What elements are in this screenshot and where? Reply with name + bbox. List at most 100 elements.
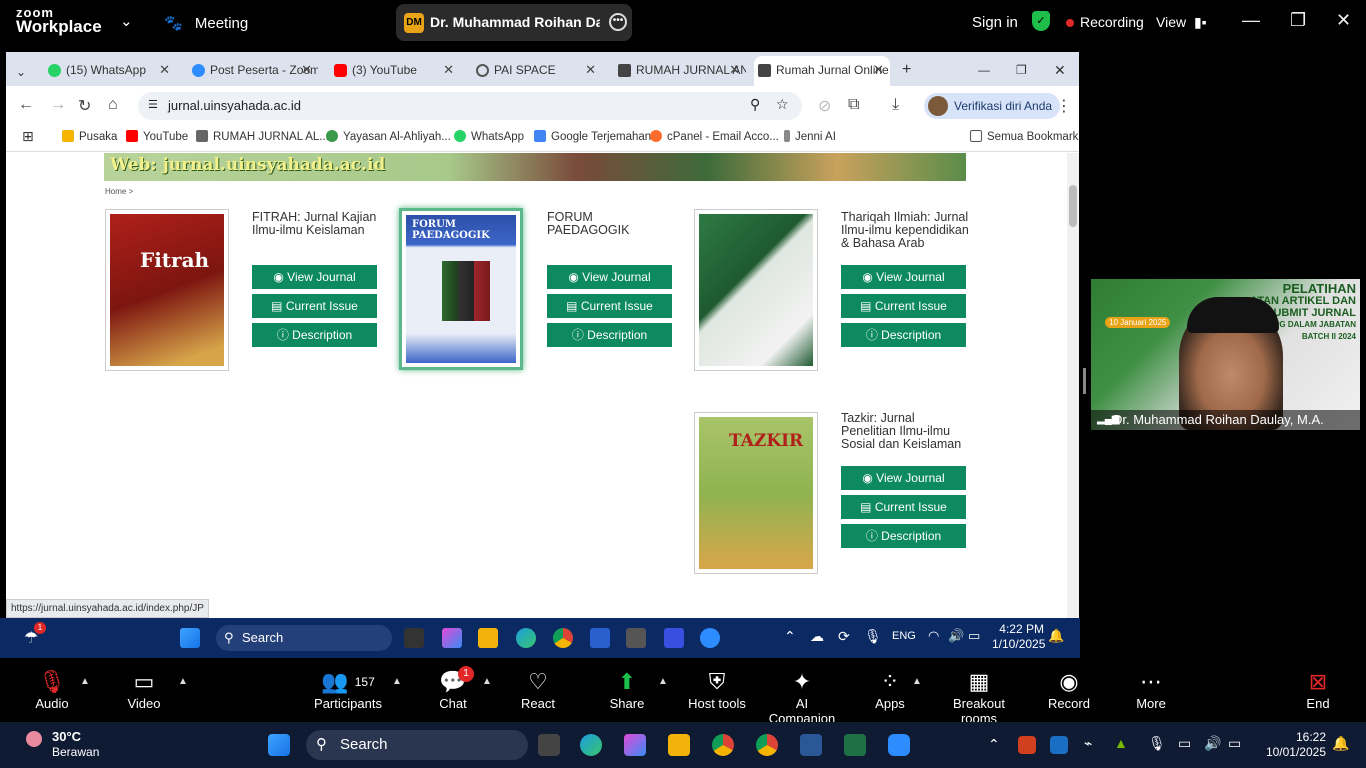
close-icon[interactable]: ✕ — [873, 56, 884, 84]
copilot-icon[interactable] — [442, 628, 462, 648]
meeting-info-pill[interactable]: DM Dr. Muhammad Roihan Daulay, M.A. ••• — [396, 4, 632, 41]
nvidia-icon[interactable]: ▲ — [1114, 735, 1128, 751]
windows-start-icon[interactable] — [268, 734, 290, 756]
journal-title[interactable]: FORUM PAEDAGOGIK — [547, 211, 629, 237]
edge-icon[interactable] — [580, 734, 602, 756]
view-journal-button[interactable]: ◉ View Journal — [252, 265, 377, 289]
current-issue-button[interactable]: ▤ Current Issue — [547, 294, 672, 318]
close-icon[interactable]: ✕ — [443, 58, 454, 82]
journal-title[interactable]: FITRAH: Jurnal Kajian Ilmu-ilmu Keislama… — [252, 211, 376, 237]
apps-grid-icon[interactable]: ⊞ — [22, 128, 34, 145]
caret-up-icon[interactable]: ▲ — [80, 676, 90, 687]
tray-app-icon[interactable] — [1050, 736, 1068, 754]
bookmark-rumah-jurnal[interactable]: RUMAH JURNAL AL... — [196, 130, 329, 143]
edge-icon[interactable] — [516, 628, 536, 648]
participants-button[interactable]: 👥 157 Participants — [310, 668, 386, 711]
end-button[interactable]: ⊠ End — [1300, 668, 1336, 711]
clock[interactable]: 4:22 PM 1/10/2025 — [992, 622, 1045, 652]
record-button[interactable]: ◉ Record — [1048, 668, 1090, 711]
tab-pai-space[interactable]: PAI SPACE ✕ — [472, 58, 602, 86]
chevron-up-icon[interactable]: ⌃ — [784, 628, 796, 645]
tab-search-icon[interactable]: ⌄ — [10, 60, 34, 88]
current-issue-button[interactable]: ▤ Current Issue — [841, 294, 966, 318]
compass-icon[interactable]: ⊘ — [818, 96, 831, 116]
description-button[interactable]: ⓘ Description — [547, 323, 672, 347]
forward-icon[interactable]: → — [50, 96, 66, 114]
caret-up-icon[interactable]: ▲ — [392, 676, 402, 687]
bookmark-jenni-ai[interactable]: Jenni AI — [784, 130, 836, 143]
battery-icon[interactable]: ▭ — [968, 628, 980, 644]
camera-icon[interactable] — [626, 628, 646, 648]
copilot-icon[interactable] — [624, 734, 646, 756]
minimize-icon[interactable]: — — [1242, 10, 1260, 31]
address-bar[interactable]: ☰ jurnal.uinsyahada.ac.id ⚲ ☆ — [138, 92, 802, 120]
language-indicator[interactable]: ENG — [892, 630, 916, 642]
current-issue-button[interactable]: ▤ Current Issue — [252, 294, 377, 318]
mic-icon[interactable]: 🎙 — [1148, 735, 1166, 752]
menu-kebab-icon[interactable]: ⋮ — [1056, 96, 1072, 116]
chevron-down-icon[interactable]: ⌄ — [120, 12, 133, 30]
close-icon[interactable]: ✕ — [585, 58, 596, 82]
journal-title[interactable]: Tazkir: Jurnal Penelitian Ilmu-ilmu Sosi… — [841, 412, 961, 451]
close-icon[interactable]: ✕ — [159, 58, 170, 82]
file-explorer-icon[interactable] — [478, 628, 498, 648]
reload-icon[interactable]: ↻ — [78, 96, 91, 116]
zoom-app-icon[interactable] — [888, 734, 910, 756]
cover-forum-paedagogik[interactable]: FORUM PAEDAGOGIK — [399, 208, 523, 370]
usb-icon[interactable]: ⌁ — [1084, 735, 1092, 752]
close-icon[interactable]: ✕ — [1336, 10, 1351, 31]
bookmark-yayasan[interactable]: Yayasan Al-Ahliyah... — [326, 130, 451, 143]
close-icon[interactable]: ✕ — [301, 58, 312, 82]
chrome-icon[interactable] — [712, 734, 734, 756]
tab-whatsapp[interactable]: (15) WhatsApp ✕ — [44, 58, 176, 86]
clock[interactable]: 16:22 10/01/2025 — [1254, 730, 1326, 760]
caret-up-icon[interactable]: ▲ — [912, 676, 922, 687]
shield-check-icon[interactable]: ✓ — [1032, 11, 1050, 31]
zoom-app-icon[interactable] — [700, 628, 720, 648]
tab-rumah-jurnal[interactable]: RUMAH JURNAL ANDA✕ — [614, 58, 746, 86]
back-icon[interactable]: ← — [18, 96, 34, 114]
chat-button[interactable]: 💬 1 Chat — [434, 666, 474, 711]
url-text[interactable]: jurnal.uinsyahada.ac.id — [168, 98, 301, 113]
cloud-icon[interactable]: ☁ — [810, 628, 824, 645]
mic-icon[interactable]: 🎙 — [864, 628, 882, 645]
view-journal-button[interactable]: ◉ View Journal — [841, 466, 966, 490]
scrollbar-thumb[interactable] — [1069, 185, 1077, 227]
restore-icon[interactable]: ❐ — [1014, 58, 1034, 86]
view-menu[interactable]: View ▮▪ — [1156, 14, 1207, 31]
cover-thariqah-ilmiah[interactable] — [694, 209, 818, 371]
bookmark-pusaka[interactable]: Pusaka — [62, 130, 117, 143]
chrome-icon[interactable] — [553, 628, 573, 648]
download-icon[interactable]: ⤓ — [892, 96, 899, 114]
new-tab-button[interactable]: + — [900, 58, 920, 86]
taskbar-search[interactable]: ⚲ Search — [306, 730, 528, 760]
more-button[interactable]: ⋯ More — [1132, 668, 1170, 711]
breakout-rooms-button[interactable]: ▦ Breakout rooms — [936, 668, 1022, 726]
audio-button[interactable]: 🎙 Audio — [30, 668, 74, 711]
tab-rumah-jurnal-online[interactable]: Rumah Jurnal Online ✕ — [754, 56, 890, 86]
task-view-icon[interactable] — [404, 628, 424, 648]
store-icon[interactable] — [590, 628, 610, 648]
site-settings-icon[interactable]: ☰ — [148, 98, 158, 111]
windows-start-icon[interactable] — [180, 628, 200, 648]
apps-button[interactable]: ⁘ Apps — [872, 668, 908, 711]
home-icon[interactable]: ⌂ — [108, 96, 118, 114]
display-icon[interactable]: ▭ — [1178, 735, 1191, 752]
bookmark-youtube[interactable]: YouTube — [126, 130, 188, 143]
page-scrollbar[interactable] — [1067, 153, 1079, 618]
chrome-profile-icon[interactable] — [756, 734, 778, 756]
volume-icon[interactable]: 🔊 — [948, 628, 964, 644]
view-journal-button[interactable]: ◉ View Journal — [547, 265, 672, 289]
cover-tazkir[interactable]: TAZKIR — [694, 412, 818, 574]
word-icon[interactable] — [800, 734, 822, 756]
teams-icon[interactable] — [664, 628, 684, 648]
view-journal-button[interactable]: ◉ View Journal — [841, 265, 966, 289]
video-button[interactable]: ▭ Video — [122, 668, 166, 711]
bookmark-whatsapp[interactable]: WhatsApp — [454, 130, 524, 143]
cover-fitrah[interactable]: Fitrah — [105, 209, 229, 371]
participant-video[interactable]: PELATIHAN ATAN ARTIKEL DAN SUBMIT JURNAL… — [1091, 279, 1360, 430]
battery-icon[interactable]: ▭ — [1228, 735, 1241, 752]
react-button[interactable]: ♡ React — [518, 668, 558, 711]
restore-icon[interactable]: ❐ — [1290, 10, 1306, 31]
caret-up-icon[interactable]: ▲ — [482, 676, 492, 687]
